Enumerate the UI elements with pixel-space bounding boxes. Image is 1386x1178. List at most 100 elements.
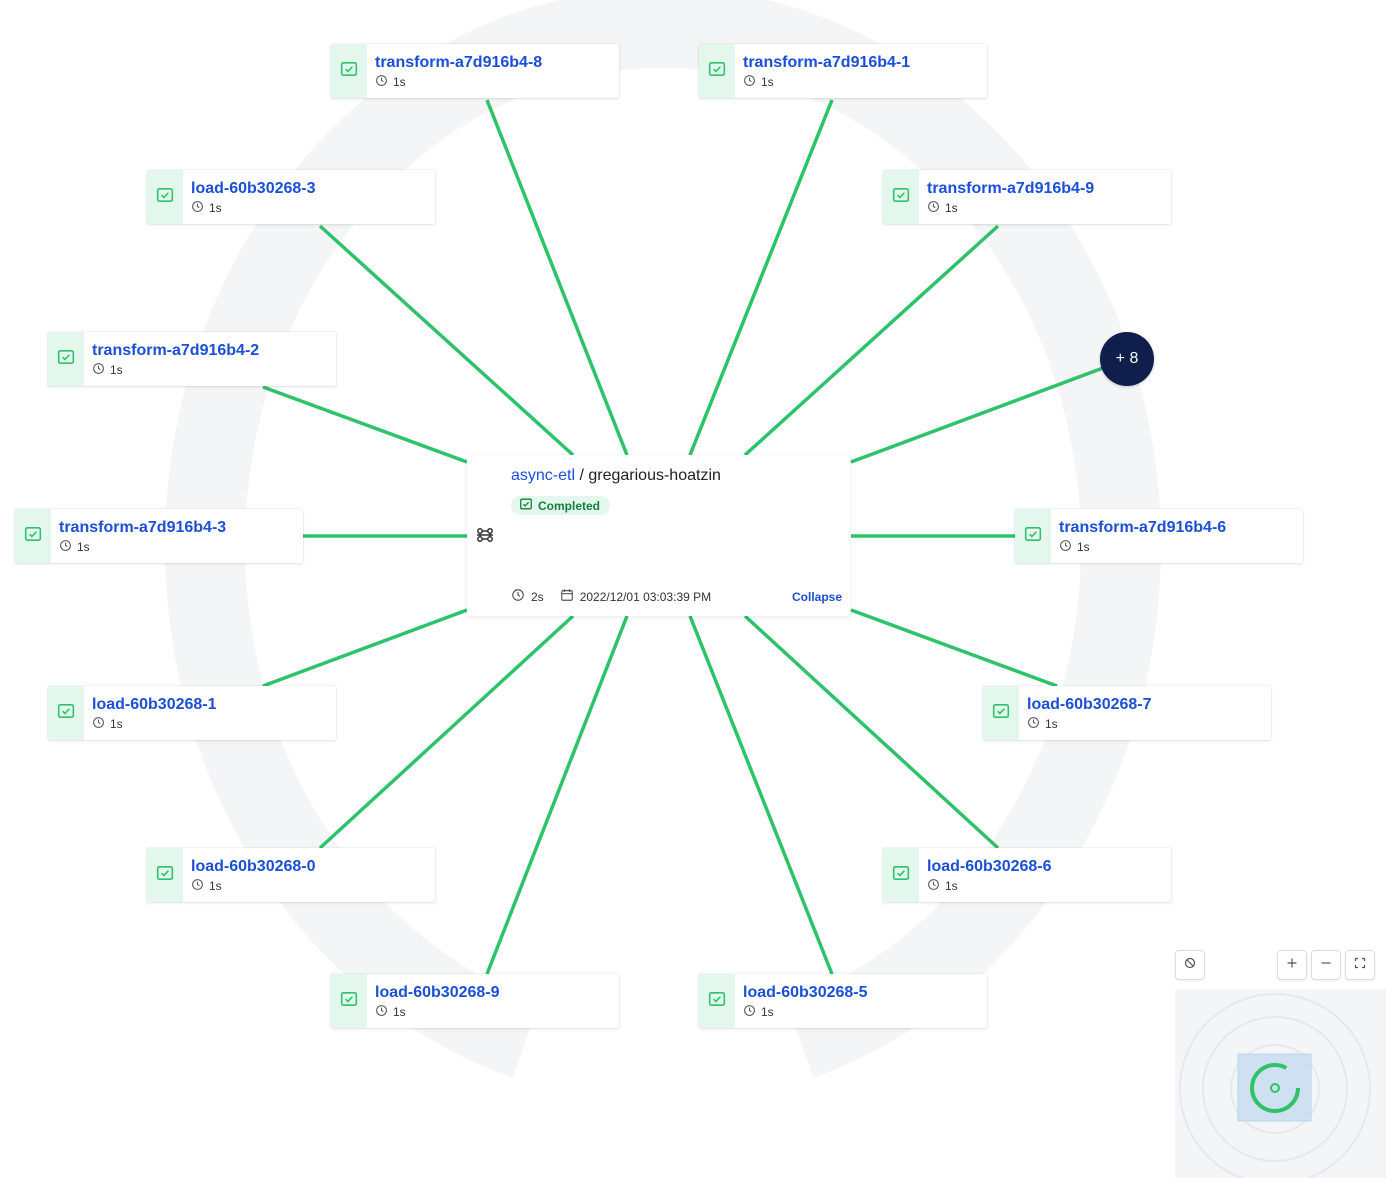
task-run-name[interactable]: load-60b30268-0 (191, 857, 316, 877)
task-state-stripe (983, 686, 1019, 740)
completed-check-icon (1024, 525, 1042, 548)
clock-icon (743, 1004, 756, 1020)
task-run-duration: 1s (209, 201, 222, 215)
task-run-node[interactable]: load-60b30268-0 1s (147, 848, 435, 902)
task-run-name[interactable]: transform-a7d916b4-1 (743, 53, 910, 73)
task-run-node[interactable]: load-60b30268-6 1s (883, 848, 1171, 902)
task-run-node[interactable]: load-60b30268-7 1s (983, 686, 1271, 740)
task-run-meta: 1s (1027, 716, 1152, 732)
task-state-stripe (48, 686, 84, 740)
task-run-name[interactable]: load-60b30268-9 (375, 983, 500, 1003)
reset-view-button[interactable] (1175, 950, 1205, 980)
subflow-graph-icon[interactable] (475, 525, 495, 550)
task-run-meta: 1s (92, 716, 217, 732)
flow-run-graph[interactable]: transform-a7d916b4-8 1s transform-a7d916b4… (0, 0, 1386, 1178)
task-run-meta: 1s (1059, 539, 1226, 555)
task-run-name[interactable]: transform-a7d916b4-3 (59, 518, 226, 538)
task-state-stripe (147, 170, 183, 224)
task-run-name[interactable]: load-60b30268-3 (191, 179, 316, 199)
task-run-meta: 1s (743, 1004, 868, 1020)
task-state-stripe (15, 509, 51, 563)
task-run-name[interactable]: transform-a7d916b4-9 (927, 179, 1094, 199)
completed-check-icon (992, 702, 1010, 725)
completed-check-icon (24, 525, 42, 548)
fit-screen-icon (1354, 956, 1366, 974)
task-run-duration: 1s (1045, 717, 1058, 731)
task-run-duration: 1s (945, 879, 958, 893)
calendar-icon (560, 588, 574, 605)
task-run-name[interactable]: load-60b30268-5 (743, 983, 868, 1003)
clock-icon (1059, 539, 1072, 555)
clock-icon (191, 200, 204, 216)
task-run-node[interactable]: load-60b30268-5 1s (699, 974, 987, 1028)
task-run-name[interactable]: load-60b30268-6 (927, 857, 1052, 877)
task-run-duration: 1s (945, 201, 958, 215)
minus-icon (1320, 956, 1332, 974)
task-run-node[interactable]: transform-a7d916b4-2 1s (48, 332, 336, 386)
minimap[interactable] (1175, 989, 1386, 1178)
flow-run-node[interactable]: async-etl / gregarious-hoatzin Completed… (467, 455, 850, 616)
task-run-node[interactable]: transform-a7d916b4-9 1s (883, 170, 1171, 224)
task-state-stripe (48, 332, 84, 386)
task-run-name[interactable]: load-60b30268-1 (92, 695, 217, 715)
task-state-stripe (883, 170, 919, 224)
task-run-node[interactable]: load-60b30268-3 1s (147, 170, 435, 224)
task-run-name[interactable]: transform-a7d916b4-8 (375, 53, 542, 73)
clock-icon (92, 362, 105, 378)
task-run-duration: 1s (393, 1005, 406, 1019)
fit-screen-button[interactable] (1345, 950, 1375, 980)
task-run-node[interactable]: load-60b30268-9 1s (331, 974, 619, 1028)
task-run-name[interactable]: transform-a7d916b4-6 (1059, 518, 1226, 538)
more-nodes-count: + 8 (1115, 350, 1139, 367)
task-run-duration: 1s (209, 879, 222, 893)
run-duration: 2s (531, 589, 544, 604)
task-run-duration: 1s (110, 363, 123, 377)
task-run-node[interactable]: transform-a7d916b4-3 1s (15, 509, 303, 563)
clock-icon (927, 200, 940, 216)
task-run-duration: 1s (761, 1005, 774, 1019)
ban-icon (1184, 956, 1196, 974)
collapse-button[interactable]: Collapse (792, 590, 842, 604)
status-label: Completed (538, 498, 601, 513)
task-state-stripe (331, 974, 367, 1028)
clock-icon (375, 74, 388, 90)
flow-run-name: gregarious-hoatzin (588, 467, 721, 484)
task-state-stripe (331, 44, 367, 98)
task-run-node[interactable]: transform-a7d916b4-8 1s (331, 44, 619, 98)
flow-run-meta: 2s 2022/12/01 03:03:39 PM (511, 588, 711, 605)
status-badge: Completed (511, 496, 611, 515)
clock-icon (927, 878, 940, 894)
task-run-duration: 1s (77, 540, 90, 554)
completed-check-icon (708, 990, 726, 1013)
task-run-meta: 1s (191, 200, 316, 216)
breadcrumb-separator: / (575, 467, 589, 484)
completed-check-icon (708, 60, 726, 83)
task-run-meta: 1s (927, 878, 1052, 894)
more-nodes-bubble[interactable]: + 8 (1100, 332, 1154, 386)
task-state-stripe (699, 44, 735, 98)
graph-edge (485, 615, 629, 975)
task-run-duration: 1s (761, 75, 774, 89)
zoom-out-button[interactable] (1311, 950, 1341, 980)
clock-icon (511, 588, 525, 605)
task-run-name[interactable]: transform-a7d916b4-2 (92, 341, 259, 361)
task-run-meta: 1s (375, 74, 542, 90)
task-state-stripe (699, 974, 735, 1028)
task-state-stripe (883, 848, 919, 902)
graph-edge (688, 615, 834, 975)
completed-check-icon (892, 186, 910, 209)
completed-check-icon (57, 348, 75, 371)
task-run-name[interactable]: load-60b30268-7 (1027, 695, 1152, 715)
task-run-meta: 1s (927, 200, 1094, 216)
task-run-node[interactable]: transform-a7d916b4-1 1s (699, 44, 987, 98)
clock-icon (59, 539, 72, 555)
task-run-duration: 1s (1077, 540, 1090, 554)
clock-icon (92, 716, 105, 732)
graph-edge (262, 385, 468, 464)
task-run-node[interactable]: load-60b30268-1 1s (48, 686, 336, 740)
task-run-node[interactable]: transform-a7d916b4-6 1s (1015, 509, 1303, 563)
zoom-in-button[interactable] (1277, 950, 1307, 980)
clock-icon (1027, 716, 1040, 732)
completed-check-icon (57, 702, 75, 725)
flow-name-link[interactable]: async-etl (511, 467, 575, 484)
